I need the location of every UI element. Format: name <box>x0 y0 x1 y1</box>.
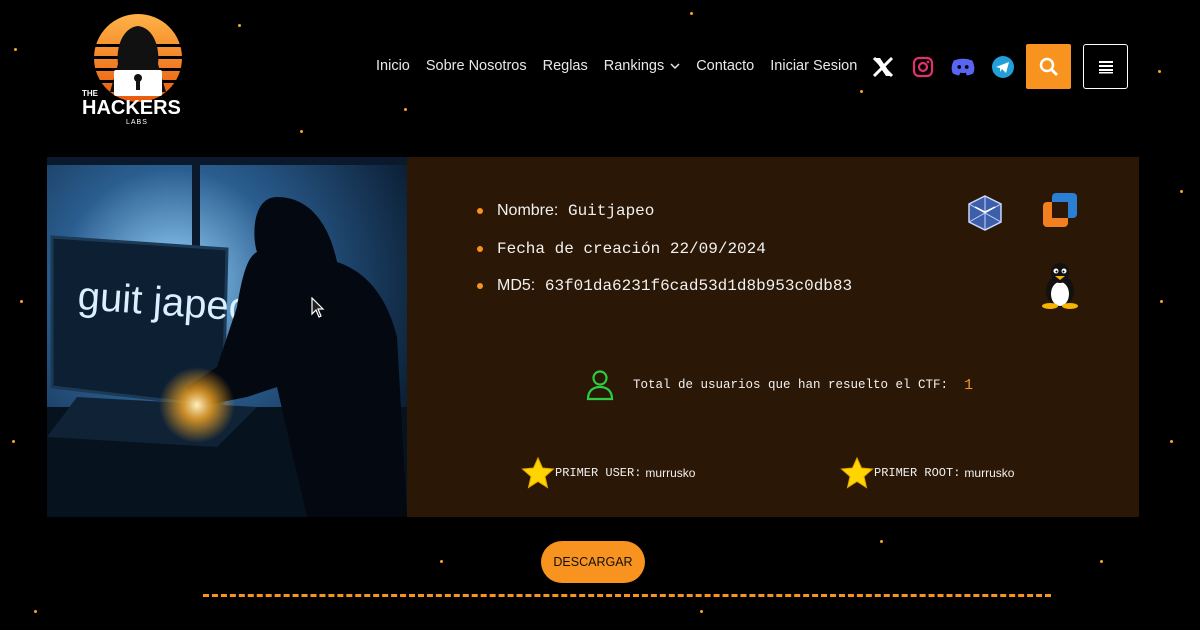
machine-name-row: Nombre: Guitjapeo <box>475 201 852 239</box>
telegram-icon[interactable] <box>990 54 1016 80</box>
nav-contacto[interactable]: Contacto <box>696 58 754 74</box>
first-user-row: PRIMER USER: murrusko <box>521 457 695 489</box>
nav-reglas[interactable]: Reglas <box>543 58 588 74</box>
first-user-label: PRIMER USER: <box>555 466 642 480</box>
menu-button[interactable] <box>1083 44 1128 89</box>
machine-md5-row: MD5: 63f01da6231f6cad53d1d8b953c0db83 <box>475 276 852 314</box>
nav-sobre-nosotros[interactable]: Sobre Nosotros <box>426 58 527 74</box>
download-button[interactable]: DESCARGAR <box>541 541 645 583</box>
logo-text-sub: LABS <box>126 119 148 126</box>
nav-rankings-label: Rankings <box>603 58 665 74</box>
machine-details-list: Nombre: Guitjapeo Fecha de creación 22/0… <box>475 201 852 314</box>
first-root-label: PRIMER ROOT: <box>874 466 961 480</box>
machine-date-value: 22/09/2024 <box>669 239 766 258</box>
linux-icon <box>1039 261 1081 309</box>
machine-image: guit japeo <box>47 157 407 517</box>
machine-date-row: Fecha de creación 22/09/2024 <box>475 239 852 277</box>
mouse-cursor-icon <box>311 297 325 318</box>
social-links <box>870 54 1016 80</box>
search-button[interactable] <box>1026 44 1071 89</box>
machine-md5-value: 63f01da6231f6cad53d1d8b953c0db83 <box>544 277 853 295</box>
search-icon <box>1039 57 1058 76</box>
machine-date-label: Fecha de creación <box>497 239 661 258</box>
vmware-icon <box>1041 191 1079 229</box>
chevron-down-icon <box>670 63 680 70</box>
nav-rankings-dropdown[interactable]: Rankings <box>604 58 680 74</box>
machine-name-value: Guitjapeo <box>567 202 655 220</box>
main-nav: Inicio Sobre Nosotros Reglas Rankings Co… <box>376 58 873 74</box>
star-icon <box>521 457 555 489</box>
discord-icon[interactable] <box>950 54 976 80</box>
users-solved-label: Total de usuarios que han resuelto el CT… <box>633 378 949 392</box>
first-root-name: murrusko <box>964 466 1015 480</box>
machine-name-label: Nombre: <box>497 202 559 219</box>
first-user-name: murrusko <box>645 466 696 480</box>
users-solved-count: 1 <box>964 376 974 394</box>
logo-text-main: HACKERS <box>82 97 181 119</box>
instagram-icon[interactable] <box>910 54 936 80</box>
first-root-row: PRIMER ROOT: murrusko <box>840 457 1014 489</box>
x-icon[interactable] <box>870 54 896 80</box>
machine-md5-label: MD5: <box>497 277 536 294</box>
dashed-divider <box>203 594 1051 597</box>
nav-inicio[interactable]: Inicio <box>376 58 410 74</box>
virtualbox-icon <box>965 193 1005 233</box>
star-icon <box>840 457 874 489</box>
user-icon <box>586 370 614 401</box>
machine-info-panel: Nombre: Guitjapeo Fecha de creación 22/0… <box>407 157 1139 517</box>
menu-icon <box>1098 60 1113 73</box>
users-solved-row: Total de usuarios que han resuelto el CT… <box>585 369 973 401</box>
site-logo[interactable]: THE HACKERS LABS <box>80 6 198 126</box>
nav-iniciar-sesion[interactable]: Iniciar Sesion <box>770 58 857 74</box>
